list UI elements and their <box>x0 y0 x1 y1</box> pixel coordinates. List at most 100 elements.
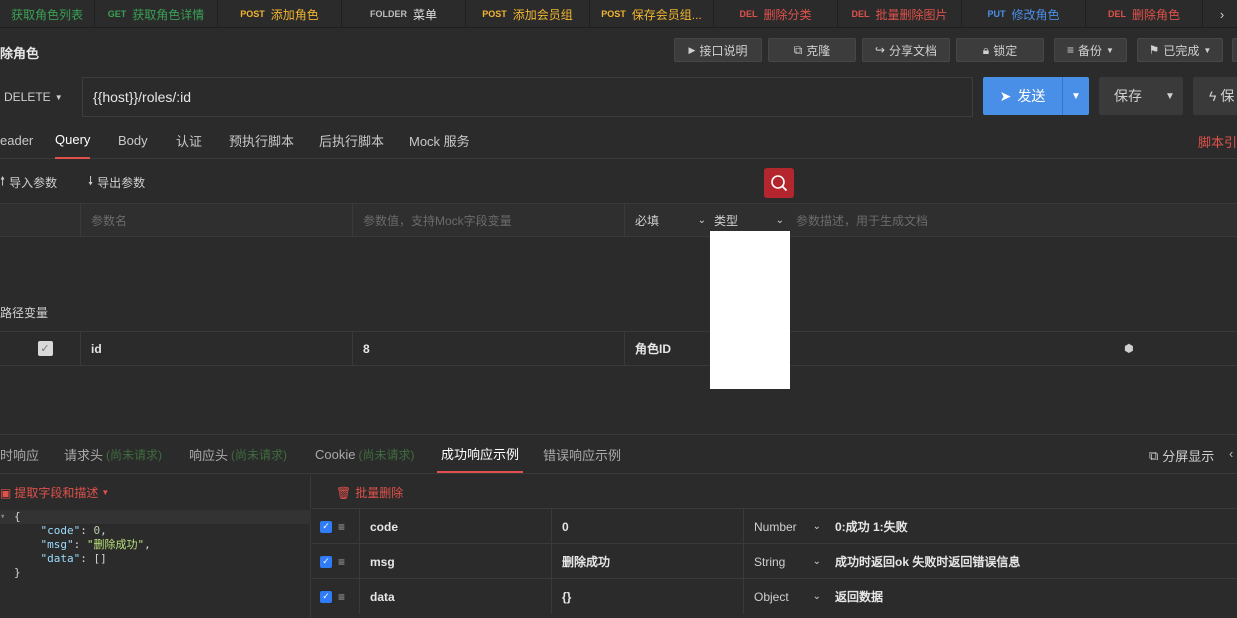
field-checkbox[interactable]: ✓ ≡ <box>312 579 359 614</box>
field-name[interactable]: code <box>359 509 551 544</box>
split-icon: ⧉ <box>1149 447 1159 463</box>
tab-response-headers[interactable]: 响应头 (尚未请求) <box>189 435 287 473</box>
field-type-select[interactable]: Object ⌄ <box>743 579 825 614</box>
tab-label: 菜单 <box>412 7 437 22</box>
request-tab[interactable]: DEL 删除分类 <box>714 0 838 28</box>
param-enabled-checkbox[interactable]: ✓ <box>0 332 80 365</box>
method-badge: DEL <box>851 9 870 19</box>
caret-down-icon: ▼ <box>54 92 63 102</box>
field-row: ✓ ≡ data{} Object ⌄ 返回数据 <box>312 578 1237 614</box>
tab-label: 获取角色详情 <box>132 7 205 22</box>
path-param-value[interactable]: 8 <box>352 332 624 365</box>
field-value[interactable]: 0 <box>551 509 743 544</box>
required-select[interactable]: 必填 ⌄ <box>624 204 708 236</box>
save-dropdown-button[interactable]: ▼ <box>1157 77 1183 115</box>
tab-request-headers[interactable]: 请求头 (尚未请求) <box>64 435 162 473</box>
request-tab[interactable]: PUT 修改角色 <box>962 0 1086 28</box>
field-row: ✓ ≡ code 0 Number ⌄ 0:成功 1:失败 <box>312 508 1237 544</box>
field-value[interactable]: {} <box>551 579 743 614</box>
backup-button[interactable]: ≡ 备份 ▼ <box>1054 38 1127 62</box>
method-badge: PUT <box>987 9 1006 19</box>
share-doc-button[interactable]: ↪ 分享文档 <box>862 38 950 62</box>
quick-save-button[interactable]: ϟ 保 <box>1193 77 1237 115</box>
api-doc-button[interactable]: ▶ 接口说明 <box>674 38 762 62</box>
tab-label: 添加会员组 <box>512 7 573 22</box>
tab-label: 删除分类 <box>763 7 812 22</box>
method-badge: POST <box>240 9 265 19</box>
search-button[interactable] <box>764 168 794 198</box>
batch-delete-button[interactable]: 🗑︎ 批量删除 <box>336 484 403 501</box>
request-tab[interactable]: 获取角色列表 <box>0 0 95 28</box>
method-badge: FOLDER <box>369 9 407 19</box>
method-select[interactable]: DELETE ▼ <box>0 77 80 117</box>
drag-handle-icon[interactable]: ≡ <box>338 590 345 604</box>
extract-fields-button[interactable]: ▣ 提取字段和描述 ▼ <box>0 484 109 501</box>
request-tab[interactable]: GET 获取角色详情 <box>95 0 218 28</box>
chevron-right-icon: › <box>1219 6 1225 22</box>
param-desc-input[interactable]: 参数描述，用于生成文档 <box>786 204 1237 236</box>
clone-button[interactable]: ⧉ 克隆 <box>768 38 856 62</box>
tabs-next-button[interactable]: › <box>1207 0 1237 28</box>
field-checkbox[interactable]: ✓ ≡ <box>312 544 359 579</box>
example-code-pane: ▣ 提取字段和描述 ▼ ▾{ "code": 0, "msg": "删除成功",… <box>0 475 311 618</box>
request-tab[interactable]: FOLDER 菜单 <box>342 0 466 28</box>
import-params-button[interactable]: 🠕 导入参数 <box>0 172 57 193</box>
request-tab[interactable]: POST 添加会员组 <box>466 0 590 28</box>
split-view-button[interactable]: ⧉ 分屏显示 <box>1149 446 1214 465</box>
chevron-down-icon: ⌄ <box>775 214 784 226</box>
lock-button[interactable]: 🔒︎ 锁定 <box>956 38 1044 62</box>
collapse-icon[interactable]: ‹ <box>1229 446 1233 461</box>
code-line: } <box>14 566 21 579</box>
tab-pre-script[interactable]: 预执行脚本 <box>229 122 294 159</box>
field-name[interactable]: data <box>359 579 551 614</box>
tab-realtime-response[interactable]: 时响应 <box>0 435 39 473</box>
field-type-select[interactable]: String ⌄ <box>743 544 825 579</box>
status-done-button[interactable]: ⚑ 已完成 ▼ <box>1137 38 1223 62</box>
chevron-down-icon: ⌄ <box>812 521 821 532</box>
tab-body[interactable]: Body <box>118 122 148 159</box>
tab-error-example[interactable]: 错误响应示例 <box>543 435 621 473</box>
request-tab[interactable]: DEL 批量删除图片 <box>838 0 962 28</box>
tab-success-example[interactable]: 成功响应示例 <box>437 435 524 473</box>
save-button[interactable]: 保存 ▼ <box>1099 77 1183 115</box>
field-desc[interactable]: 0:成功 1:失败 <box>825 509 1237 544</box>
send-button[interactable]: ➤ 发送 ▼ <box>983 77 1089 115</box>
field-desc[interactable]: 成功时返回ok 失败时返回错误信息 <box>825 544 1237 579</box>
script-link[interactable]: 脚本引 <box>1198 132 1237 151</box>
drag-handle-icon[interactable]: ≡ <box>338 520 345 534</box>
code-line: { <box>0 510 311 524</box>
export-params-button[interactable]: 🠗 导出参数 <box>88 172 145 193</box>
tab-auth[interactable]: 认证 <box>176 122 202 159</box>
cube-icon[interactable]: ⬢ <box>1124 342 1134 355</box>
drag-handle-icon[interactable]: ≡ <box>338 555 345 569</box>
caret-right-icon: ▶ <box>688 44 696 55</box>
request-tab[interactable]: POST 保存会员组... <box>590 0 714 28</box>
code-editor[interactable]: ▾{ "code": 0, "msg": "删除成功", "data": []} <box>0 510 311 580</box>
param-table-header: 参数名 参数值，支持Mock字段变量 必填 ⌄ 类型 ⌄ 参数描述，用于生成文档 <box>0 203 1237 237</box>
tab-mock[interactable]: Mock 服务 <box>409 122 470 159</box>
more-button[interactable] <box>1232 38 1237 62</box>
path-param-name[interactable]: id <box>80 332 352 365</box>
field-type-select[interactable]: Number ⌄ <box>743 509 825 544</box>
field-name[interactable]: msg <box>359 544 551 579</box>
code-line: "data": [] <box>40 552 107 565</box>
param-value-input[interactable]: 参数值，支持Mock字段变量 <box>352 204 624 236</box>
method-badge: DEL <box>1107 9 1126 19</box>
param-name-input[interactable]: 参数名 <box>80 204 352 236</box>
url-input[interactable]: {{host}}/roles/:id <box>82 77 973 117</box>
field-value[interactable]: 删除成功 <box>551 544 743 579</box>
field-checkbox[interactable]: ✓ ≡ <box>312 509 359 544</box>
tab-header[interactable]: eader <box>0 122 33 159</box>
send-dropdown-button[interactable]: ▼ <box>1062 77 1089 115</box>
tab-post-script[interactable]: 后执行脚本 <box>319 122 384 159</box>
field-desc[interactable]: 返回数据 <box>825 579 1237 614</box>
fold-icon[interactable]: ▾ <box>0 510 10 524</box>
field-row: ✓ ≡ msg 删除成功 String ⌄ 成功时返回ok 失败时返回错误信息 <box>312 543 1237 579</box>
tab-query[interactable]: Query <box>55 122 91 159</box>
method-badge: DEL <box>739 9 758 19</box>
request-tab[interactable]: DEL 删除角色 <box>1086 0 1203 28</box>
request-tab[interactable]: POST 添加角色 <box>218 0 342 28</box>
arrow-up-icon: 🠕 <box>0 174 6 188</box>
tab-cookie[interactable]: Cookie (尚未请求) <box>315 435 414 473</box>
response-tabs: 时响应 请求头 (尚未请求) 响应头 (尚未请求) Cookie (尚未请求) 成功响… <box>0 434 1237 474</box>
